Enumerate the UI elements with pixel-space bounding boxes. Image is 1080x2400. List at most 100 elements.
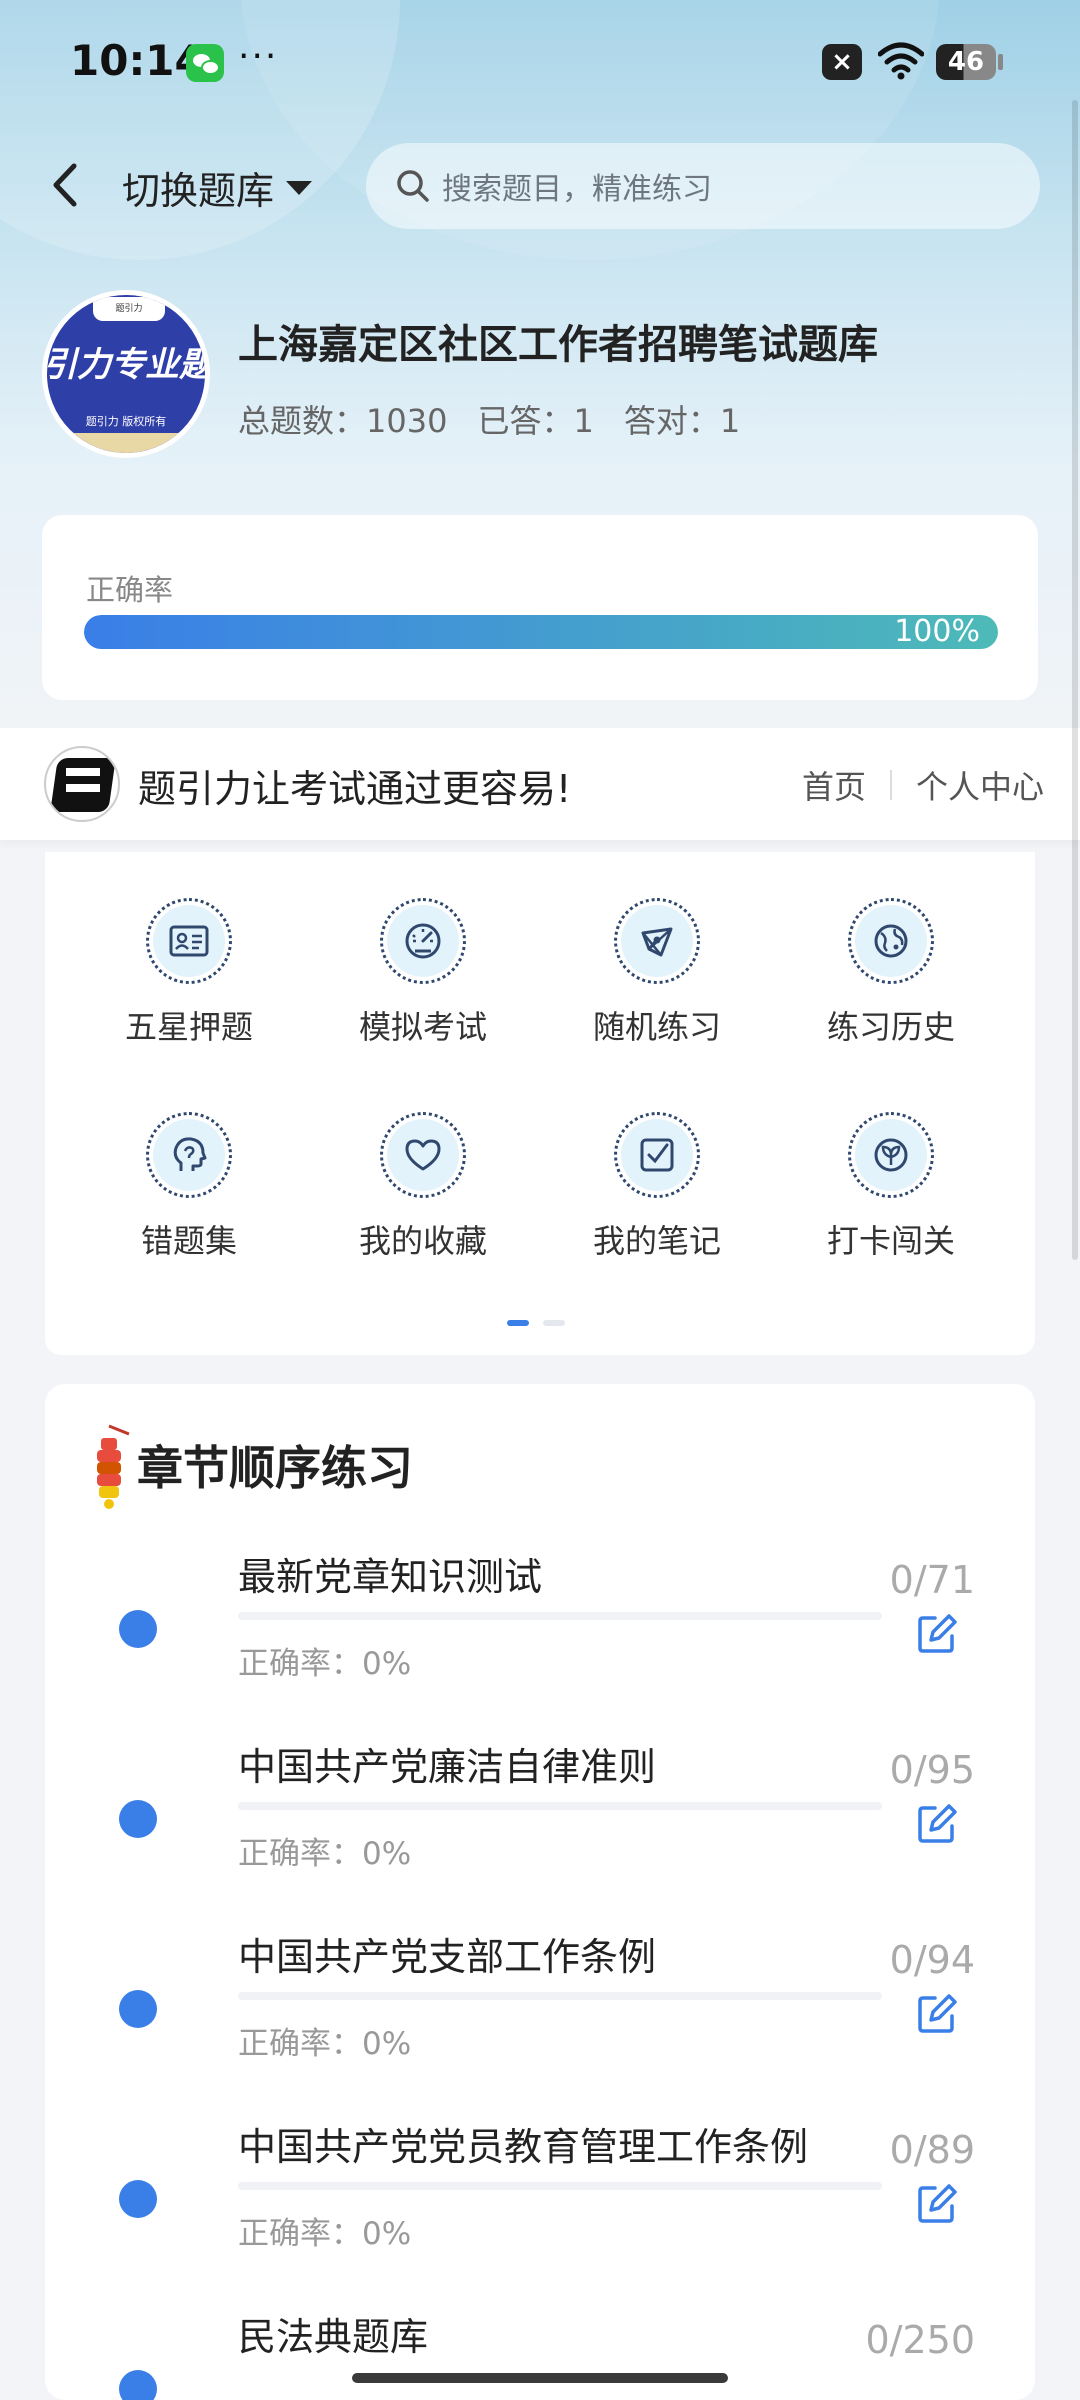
home-indicator[interactable]: [352, 2373, 728, 2383]
chapter-name: 中国共产党廉洁自律准则: [238, 1745, 657, 1789]
bank-logo-subtext: 题引力 版权所有: [85, 415, 167, 428]
search-placeholder: 搜索题目，精准练习: [442, 172, 712, 207]
chapter-dot: [119, 2180, 157, 2218]
scrollbar[interactable]: [1072, 100, 1078, 1260]
more-dots: ···: [238, 36, 279, 77]
feature-grid: 五星押题 模拟考试 随机练习 练习历史 错题集 我的收藏 我的笔记 打卡闯关: [45, 852, 1035, 1355]
feature-label: 练习历史: [826, 1008, 955, 1046]
search-icon: [397, 170, 429, 202]
accuracy-percent: 100%: [894, 615, 980, 649]
stat-total: 总题数：1030: [238, 402, 448, 440]
chapter-accuracy: 正确率：0%: [238, 1836, 412, 1872]
stat-correct: 答对：1: [623, 402, 741, 440]
feature-label: 错题集: [140, 1222, 237, 1260]
feature-label: 五星押题: [124, 1008, 253, 1046]
chapter-progress-bar: [238, 2182, 882, 2190]
chapter-item[interactable]: 民法典题库 0/250: [45, 2306, 1035, 2400]
chapter-item[interactable]: 最新党章知识测试 正确率：0% 0/71: [45, 1546, 1035, 1726]
chapter-name: 最新党章知识测试: [238, 1555, 543, 1599]
edit-icon[interactable]: [915, 1992, 959, 2036]
promo-nav: 首页 个人中心: [802, 762, 1044, 808]
feature-favorites[interactable]: 我的收藏: [323, 1112, 523, 1262]
chapter-progress-bar: [238, 1612, 882, 1620]
chapter-title: 章节顺序练习: [137, 1441, 413, 1495]
feature-label: 模拟考试: [358, 1008, 487, 1046]
chapter-name: 中国共产党支部工作条例: [238, 1935, 657, 1979]
chapter-item[interactable]: 中国共产党党员教育管理工作条例 正确率：0% 0/89: [45, 2116, 1035, 2296]
chapter-accuracy: 正确率：0%: [238, 2216, 412, 2252]
no-sim-icon: ×: [822, 44, 862, 80]
brand-logo-icon: [44, 746, 120, 822]
chapter-name: 民法典题库: [238, 2315, 429, 2359]
bank-logo-text: 引力专业题: [43, 345, 210, 385]
bank-stats: 总题数：1030 已答：1 答对：1: [238, 396, 740, 442]
feature-label: 我的笔记: [592, 1222, 721, 1260]
chapter-progress-bar: [238, 1802, 882, 1810]
feature-notes[interactable]: 我的笔记: [557, 1112, 757, 1262]
chapter-name: 中国共产党党员教育管理工作条例: [238, 2125, 809, 2169]
shuffle-network-icon: [641, 927, 673, 957]
accuracy-label: 正确率: [86, 573, 174, 607]
chapter-count: 0/95: [889, 1748, 975, 1792]
chapter-dot: [119, 1610, 157, 1648]
chapter-item[interactable]: 中国共产党支部工作条例 正确率：0% 0/94: [45, 1926, 1035, 2106]
switch-bank-label: 切换题库: [122, 169, 275, 213]
accuracy-card: 正确率 100%: [42, 515, 1038, 700]
feature-checkin[interactable]: 打卡闯关: [791, 1112, 991, 1262]
bank-title: 上海嘉定区社区工作者招聘笔试题库: [238, 322, 878, 368]
gauge-icon: [405, 923, 441, 959]
chapter-count: 0/89: [889, 2128, 975, 2172]
status-bar: 10:14 ··· × 46: [0, 0, 1080, 125]
promo-strip: 题引力让考试通过更容易! 首页 个人中心: [0, 728, 1080, 840]
firecracker-icon: [97, 1424, 130, 1509]
chapter-accuracy: 正确率：0%: [238, 1646, 412, 1682]
head-icon: [173, 1137, 207, 1171]
feature-label: 我的收藏: [358, 1222, 487, 1260]
bank-logo-tag: 题引力: [93, 297, 165, 321]
feature-five-star[interactable]: 五星押题: [89, 898, 289, 1048]
feature-random-practice[interactable]: 随机练习: [557, 898, 757, 1048]
chapter-item[interactable]: 中国共产党廉洁自律准则 正确率：0% 0/95: [45, 1736, 1035, 1916]
nav-divider: [889, 770, 892, 800]
edit-icon[interactable]: [915, 2182, 959, 2226]
status-time: 10:14: [70, 36, 204, 85]
chapter-dot: [119, 1990, 157, 2028]
feature-label: 打卡闯关: [826, 1222, 955, 1260]
chapter-header: 章节顺序练习: [89, 1420, 413, 1510]
id-card-icon: [169, 925, 209, 957]
battery-icon: 46: [936, 44, 996, 80]
chevron-left-icon[interactable]: [46, 160, 86, 210]
feature-mock-exam[interactable]: 模拟考试: [323, 898, 523, 1048]
switch-bank-button[interactable]: 切换题库: [122, 160, 313, 215]
nav-home-link[interactable]: 首页: [802, 762, 866, 808]
chapter-progress-bar: [238, 1992, 882, 2000]
feature-wrong-questions[interactable]: 错题集: [89, 1112, 289, 1262]
stat-answered: 已答：1: [477, 402, 594, 440]
chapter-count: 0/71: [889, 1558, 975, 1602]
bank-logo: 题引力 引力专业题 题引力 版权所有: [42, 290, 210, 458]
feature-practice-history[interactable]: 练习历史: [791, 898, 991, 1048]
heart-icon: [405, 1139, 441, 1171]
chapter-count: 0/250: [865, 2318, 975, 2362]
chapter-count: 0/94: [889, 1938, 975, 1982]
wifi-icon: [878, 42, 924, 80]
globe-icon: [874, 924, 908, 958]
chapter-dot: [119, 1800, 157, 1838]
chapter-dot: [119, 2370, 157, 2400]
note-check-icon: [640, 1138, 674, 1172]
chapter-practice-card: 章节顺序练习 最新党章知识测试 正确率：0% 0/71 中国共产党廉洁自律准则 …: [45, 1384, 1035, 2400]
page-dot-active: [507, 1320, 529, 1326]
page-indicator: [507, 1320, 565, 1326]
edit-icon[interactable]: [915, 1802, 959, 1846]
search-bar[interactable]: 搜索题目，精准练习: [366, 143, 1040, 229]
page-dot: [543, 1320, 565, 1326]
edit-icon[interactable]: [915, 1612, 959, 1656]
accuracy-progress-fill: [84, 615, 998, 649]
feature-label: 随机练习: [592, 1008, 721, 1046]
leaf-badge-icon: [874, 1138, 908, 1172]
chapter-accuracy: 正确率：0%: [238, 2026, 412, 2062]
caret-down-icon: [286, 180, 313, 195]
wechat-icon: [186, 44, 224, 82]
nav-profile-link[interactable]: 个人中心: [916, 762, 1044, 808]
promo-text: 题引力让考试通过更容易!: [138, 767, 572, 811]
